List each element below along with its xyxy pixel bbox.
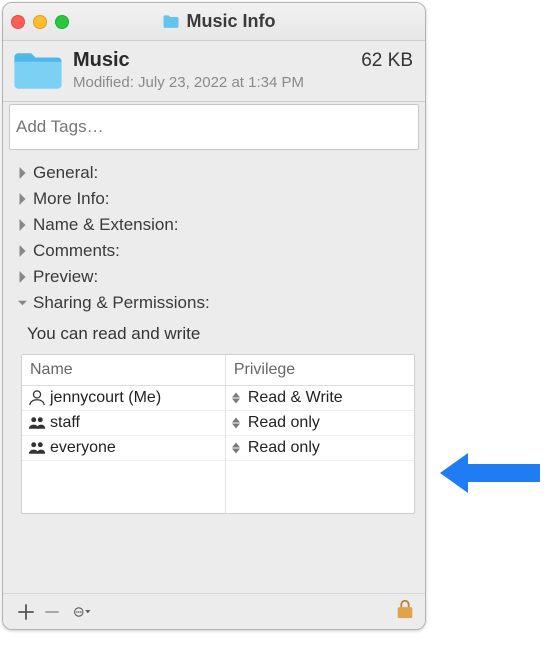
header: Music Modified: July 23, 2022 at 1:34 PM…	[3, 41, 425, 102]
modified-line: Modified: July 23, 2022 at 1:34 PM	[73, 74, 361, 91]
user-name: everyone	[50, 439, 116, 457]
group-icon	[28, 440, 46, 456]
tags-field-wrap	[3, 102, 425, 156]
table-empty-space	[22, 461, 414, 513]
col-header-privilege[interactable]: Privilege	[226, 355, 414, 385]
chevron-right-icon	[15, 271, 29, 283]
col-header-name[interactable]: Name	[22, 355, 226, 385]
callout-arrow-icon	[440, 450, 540, 496]
window-title: Music Info	[187, 11, 276, 32]
group-icon	[28, 415, 46, 431]
modified-value: July 23, 2022 at 1:34 PM	[138, 74, 304, 91]
permissions-note: You can read and write	[21, 318, 415, 354]
section-label: Name & Extension:	[33, 215, 179, 235]
section-label: More Info:	[33, 189, 110, 209]
stepper-icon[interactable]	[230, 440, 242, 456]
sections: General: More Info: Name & Extension: Co…	[3, 156, 425, 318]
chevron-right-icon	[15, 193, 29, 205]
chevron-right-icon	[15, 167, 29, 179]
section-name-extension[interactable]: Name & Extension:	[7, 212, 421, 238]
stepper-icon[interactable]	[230, 415, 242, 431]
section-preview[interactable]: Preview:	[7, 264, 421, 290]
section-label: Preview:	[33, 267, 98, 287]
lock-icon[interactable]	[395, 598, 415, 625]
table-row[interactable]: everyone Read only	[22, 436, 414, 461]
permissions-panel: You can read and write Name Privilege je…	[3, 318, 425, 520]
folder-icon	[11, 49, 65, 93]
privilege-value[interactable]: Read only	[248, 414, 320, 432]
section-comments[interactable]: Comments:	[7, 238, 421, 264]
chevron-right-icon	[15, 219, 29, 231]
privilege-value[interactable]: Read only	[248, 439, 320, 457]
user-name: jennycourt (Me)	[50, 389, 161, 407]
table-header: Name Privilege	[22, 355, 414, 386]
privilege-value[interactable]: Read & Write	[248, 389, 343, 407]
footer-toolbar	[3, 593, 425, 629]
section-label: Comments:	[33, 241, 120, 261]
add-button[interactable]	[13, 601, 39, 623]
titlebar: Music Info	[3, 3, 425, 41]
section-label: General:	[33, 163, 98, 183]
item-size: 62 KB	[361, 50, 413, 72]
modified-label: Modified:	[73, 74, 134, 91]
section-more-info[interactable]: More Info:	[7, 186, 421, 212]
folder-icon	[161, 12, 181, 32]
chevron-down-icon	[15, 297, 29, 309]
person-icon	[28, 390, 46, 406]
action-menu-button[interactable]	[65, 601, 99, 623]
chevron-right-icon	[15, 245, 29, 257]
stepper-icon[interactable]	[230, 390, 242, 406]
table-row[interactable]: staff Read only	[22, 411, 414, 436]
permissions-table: Name Privilege jennycourt (Me)	[21, 354, 415, 514]
tags-input[interactable]	[9, 104, 419, 150]
user-name: staff	[50, 414, 80, 432]
table-body: jennycourt (Me) Read & Write	[22, 386, 414, 513]
section-sharing-permissions[interactable]: Sharing & Permissions:	[7, 290, 421, 316]
section-general[interactable]: General:	[7, 160, 421, 186]
section-label: Sharing & Permissions:	[33, 293, 210, 313]
table-row[interactable]: jennycourt (Me) Read & Write	[22, 386, 414, 411]
info-window: Music Info Music Modified: July 23, 2022…	[2, 2, 426, 630]
item-name: Music	[73, 49, 361, 72]
remove-button[interactable]	[39, 601, 65, 623]
